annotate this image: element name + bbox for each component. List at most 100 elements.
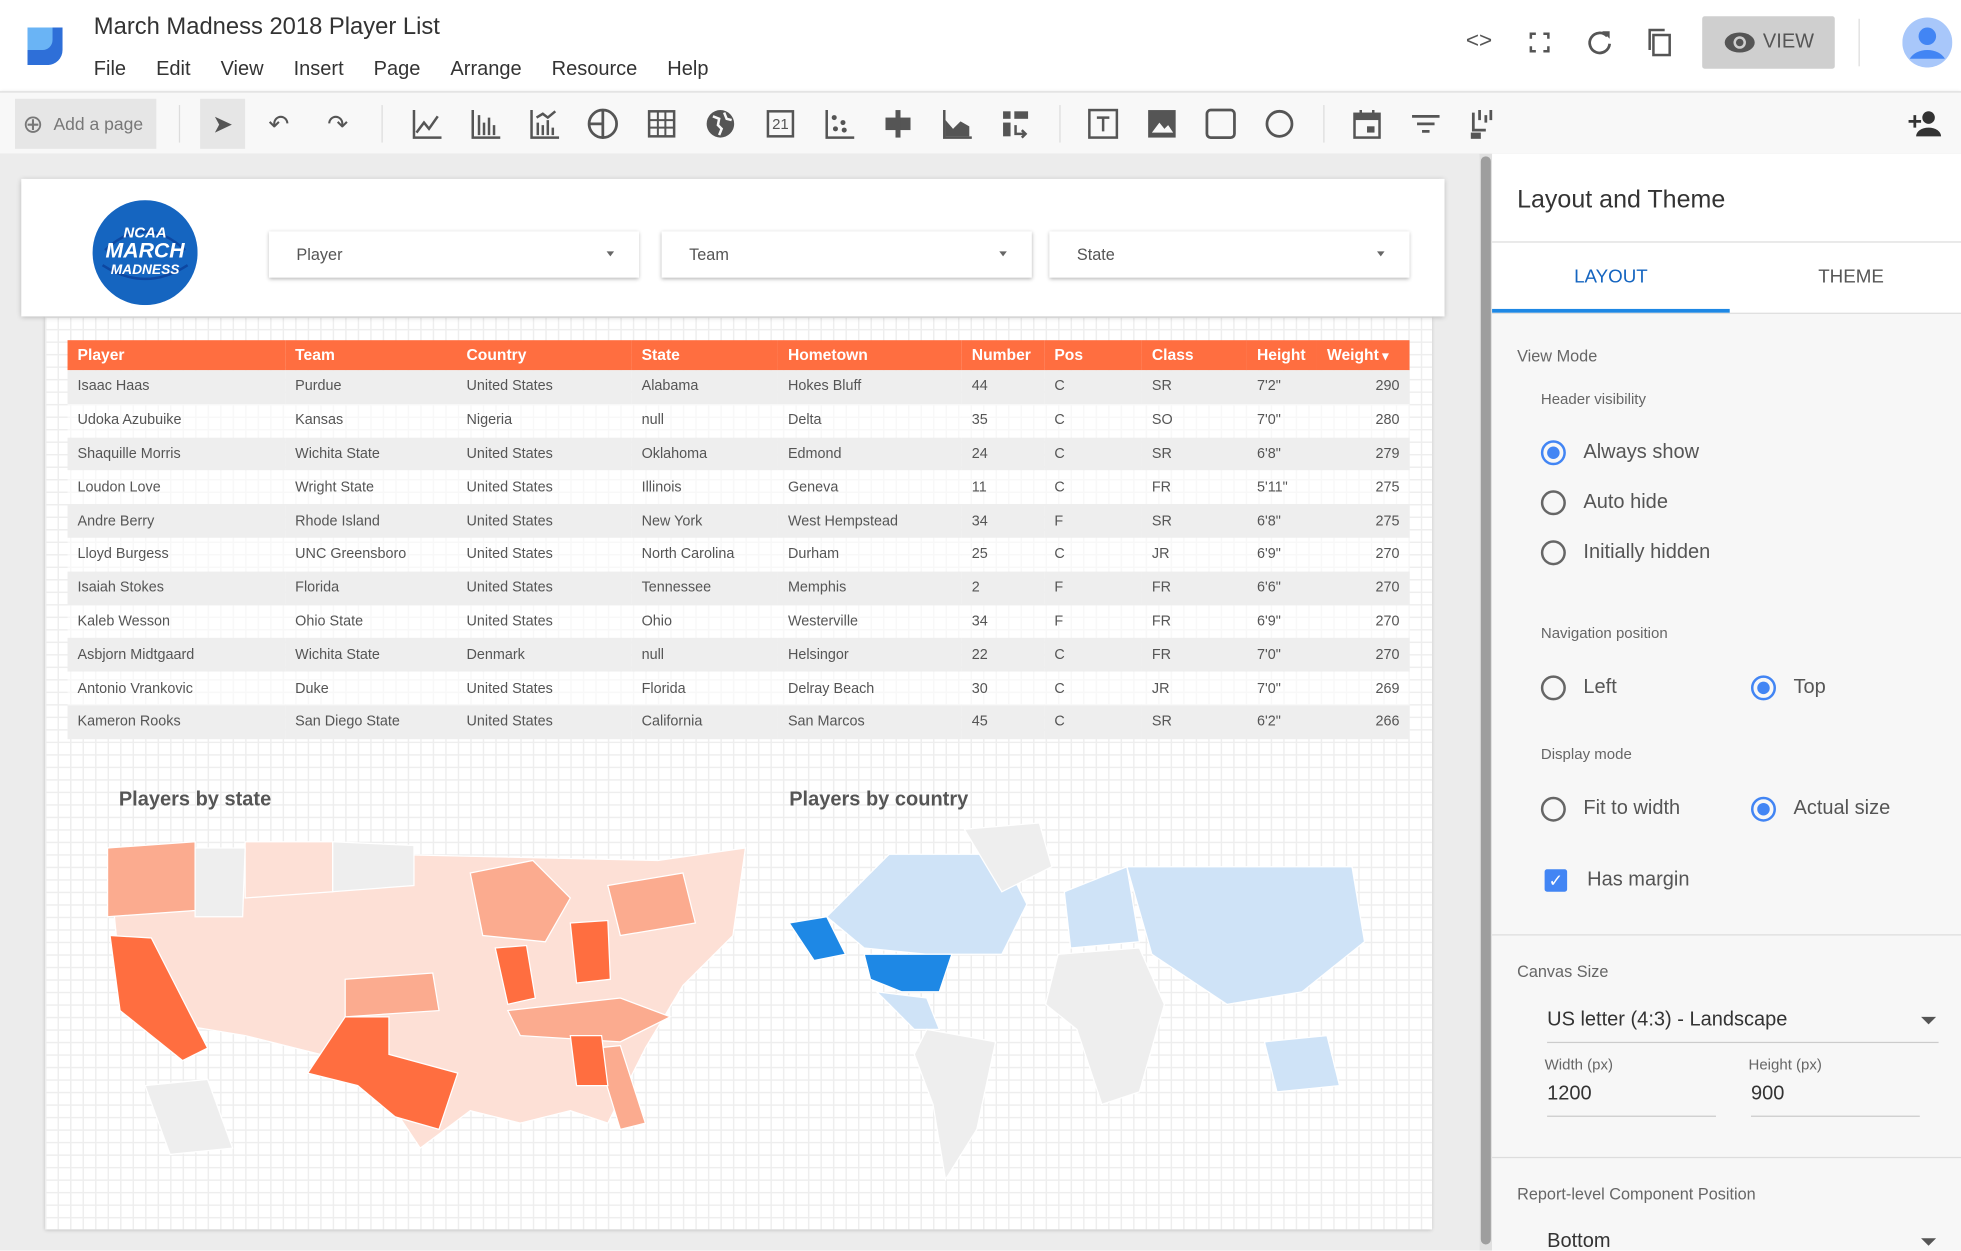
circle-icon[interactable]	[1261, 105, 1299, 143]
menu-page[interactable]: Page	[374, 59, 421, 82]
table-row[interactable]: Asbjorn Midtgaard Wichita State Denmark nul…	[67, 638, 1410, 672]
country-asia[interactable]	[1126, 866, 1366, 1005]
cell-number: 35	[961, 403, 1045, 438]
embed-code-icon[interactable]: <>	[1466, 28, 1492, 54]
state-north-dakota[interactable]	[332, 841, 415, 893]
rectangle-icon[interactable]	[1202, 105, 1240, 143]
radio-nav-left[interactable]: Left	[1540, 675, 1617, 701]
column-header-number[interactable]: Number	[961, 340, 1045, 371]
country-australia[interactable]	[1263, 1034, 1341, 1093]
refresh-icon[interactable]	[1586, 29, 1614, 57]
state-oklahoma-kansas[interactable]	[344, 972, 440, 1018]
state-idaho[interactable]	[194, 847, 246, 918]
bar-chart-icon[interactable]	[467, 105, 505, 143]
height-input[interactable]: 900	[1750, 1083, 1920, 1117]
state-washington-oregon[interactable]	[106, 841, 196, 918]
player-table[interactable]: Player Team Country State Hometown Number Pos C…	[67, 340, 1410, 739]
share-add-person-icon[interactable]	[1906, 105, 1944, 143]
date-range-icon[interactable]	[1348, 105, 1386, 143]
table-row[interactable]: Kaleb Wesson Ohio State United States Ohio W…	[67, 604, 1410, 639]
state-montana[interactable]	[244, 841, 334, 899]
team-filter-dropdown[interactable]: Team	[661, 231, 1032, 278]
radio-initially-hidden[interactable]: Initially hidden	[1540, 540, 1710, 566]
table-row[interactable]: Loudon Love Wright State United States Illi…	[67, 470, 1410, 505]
report-title[interactable]: March Madness 2018 Player List	[94, 14, 440, 42]
scatter-chart-icon[interactable]	[820, 105, 858, 143]
fullscreen-icon[interactable]	[1528, 31, 1551, 54]
canvas-scrollbar[interactable]	[1479, 153, 1493, 1251]
menu-arrange[interactable]: Arrange	[450, 59, 521, 82]
country-africa[interactable]	[1044, 947, 1166, 1106]
select-icon[interactable]: ➤	[200, 98, 246, 149]
text-icon[interactable]	[1084, 105, 1122, 143]
account-avatar[interactable]	[1902, 17, 1953, 68]
table-row[interactable]: Kameron Rooks San Diego State United State…	[67, 705, 1410, 739]
undo-icon[interactable]: ↶	[260, 105, 298, 143]
world-country-geo-map[interactable]	[777, 817, 1390, 1205]
radio-nav-top[interactable]: Top	[1750, 675, 1826, 701]
table-icon[interactable]	[643, 105, 681, 143]
area-chart-icon[interactable]	[938, 105, 976, 143]
component-position-select[interactable]: Bottom	[1547, 1231, 1938, 1251]
country-mexico-central-america[interactable]	[875, 990, 941, 1030]
radio-always-show[interactable]: Always show	[1540, 440, 1699, 466]
geo-map-icon[interactable]	[702, 105, 740, 143]
table-row[interactable]: Isaac Haas Purdue United States Alabama Hoke…	[67, 370, 1410, 404]
copy-icon[interactable]	[1646, 28, 1674, 58]
column-header-player[interactable]: Player	[67, 340, 286, 371]
bullet-chart-icon[interactable]	[879, 105, 917, 143]
column-header-weight[interactable]: Weight ▾	[1316, 340, 1410, 371]
pie-chart-icon[interactable]	[584, 105, 622, 143]
menu-file[interactable]: File	[94, 59, 126, 82]
menu-resource[interactable]: Resource	[552, 59, 638, 82]
country-south-america[interactable]	[913, 1028, 997, 1182]
canvas-size-select[interactable]: US letter (4:3) - Landscape	[1547, 1009, 1939, 1044]
state-ohio[interactable]	[569, 919, 611, 984]
state-filter-dropdown[interactable]: State	[1049, 231, 1410, 278]
column-header-pos[interactable]: Pos	[1044, 340, 1142, 371]
combo-chart-icon[interactable]	[525, 105, 563, 143]
column-header-height[interactable]: Height	[1246, 340, 1317, 371]
state-georgia[interactable]	[569, 1034, 609, 1087]
scorecard-icon[interactable]: 21	[762, 105, 800, 143]
table-row[interactable]: Shaquille Morris Wichita State United Stat…	[67, 437, 1410, 471]
table-row[interactable]: Udoka Azubuike Kansas Nigeria null Delta 35 C S…	[67, 403, 1410, 438]
column-header-class[interactable]: Class	[1141, 340, 1247, 371]
us-state-geo-map[interactable]	[95, 823, 758, 1211]
data-control-icon[interactable]	[1463, 105, 1501, 143]
table-row[interactable]: Antonio Vrankovic Duke United States Florid…	[67, 671, 1410, 706]
column-header-state[interactable]: State	[631, 340, 778, 371]
player-filter-dropdown[interactable]: Player	[268, 231, 640, 278]
radio-auto-hide[interactable]: Auto hide	[1540, 490, 1668, 516]
add-page-button[interactable]: ⊕ Add a page	[15, 98, 157, 149]
filter-control-icon[interactable]	[1407, 105, 1445, 143]
state-alaska[interactable]	[144, 1078, 234, 1156]
menu-help[interactable]: Help	[667, 59, 708, 82]
radio-actual-size[interactable]: Actual size	[1750, 796, 1890, 822]
menu-view[interactable]: View	[221, 59, 264, 82]
table-row[interactable]: Lloyd Burgess UNC Greensboro United States…	[67, 537, 1410, 572]
tab-theme[interactable]: THEME	[1732, 243, 1961, 313]
menu-edit[interactable]: Edit	[156, 59, 190, 82]
country-united-states[interactable]	[863, 953, 953, 993]
redo-icon[interactable]: ↷	[319, 105, 357, 143]
table-row[interactable]: Isaiah Stokes Florida United States Tenness…	[67, 571, 1410, 605]
time-series-icon[interactable]	[408, 105, 446, 143]
cell-hometown: San Marcos	[777, 705, 962, 739]
cell-number: 45	[961, 705, 1045, 739]
table-row[interactable]: Andre Berry Rhode Island United States New …	[67, 504, 1410, 538]
has-margin-checkbox[interactable]: ✓ Has margin	[1544, 869, 1689, 892]
menu-insert[interactable]: Insert	[294, 59, 344, 82]
column-header-country[interactable]: Country	[456, 340, 632, 371]
width-input[interactable]: 1200	[1547, 1083, 1716, 1117]
column-header-hometown[interactable]: Hometown	[777, 340, 962, 371]
tab-layout[interactable]: LAYOUT	[1492, 243, 1730, 313]
country-europe[interactable]	[1063, 865, 1141, 949]
pivot-table-icon[interactable]	[997, 105, 1035, 143]
column-header-team[interactable]: Team	[285, 340, 457, 371]
image-icon[interactable]	[1143, 105, 1181, 143]
radio-fit-to-width[interactable]: Fit to width	[1540, 796, 1680, 822]
view-button[interactable]: VIEW	[1702, 16, 1835, 69]
cell-player: Shaquille Morris	[67, 437, 286, 471]
sort-desc-icon[interactable]: ▾	[1379, 350, 1388, 364]
